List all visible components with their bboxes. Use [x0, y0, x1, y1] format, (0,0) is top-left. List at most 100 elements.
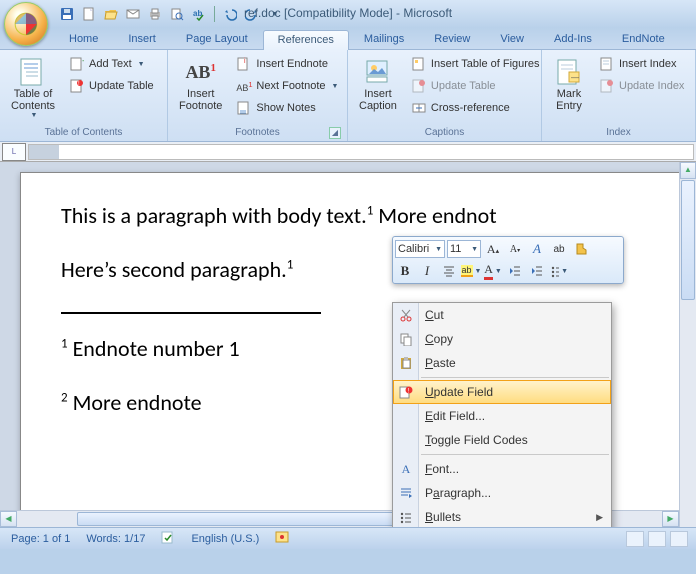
qat-spelling-icon[interactable]: ab — [190, 5, 208, 23]
group-footnotes-label: Footnotes — [235, 127, 279, 138]
qat-undo-icon[interactable] — [221, 5, 239, 23]
insert-endnote-label: Insert Endnote — [256, 58, 328, 70]
status-proof-icon[interactable] — [158, 529, 178, 548]
status-language[interactable]: English (U.S.) — [188, 532, 262, 546]
ctx-paragraph[interactable]: Paragraph... — [393, 481, 611, 505]
ctx-cut[interactable]: Cut — [393, 303, 611, 327]
center-icon[interactable] — [439, 261, 459, 281]
ctx-copy[interactable]: Copy — [393, 327, 611, 351]
ctx-edit-field[interactable]: Edit Field... — [393, 404, 611, 428]
bullets-icon[interactable]: ▼ — [549, 261, 569, 281]
qat-new-icon[interactable] — [80, 5, 98, 23]
mini-size-combo[interactable]: 11▼ — [447, 240, 481, 258]
ctx-sep-2 — [421, 454, 609, 455]
update-index-button[interactable]: Update Index — [594, 75, 689, 97]
grow-font-icon[interactable]: A▴ — [483, 239, 503, 259]
qat-email-icon[interactable] — [124, 5, 142, 23]
group-captions: Insert Caption Insert Table of Figures U… — [348, 50, 542, 141]
view-full-reading[interactable] — [648, 531, 666, 547]
bullets-menu-icon — [397, 508, 415, 526]
status-words[interactable]: Words: 1/17 — [83, 532, 148, 546]
ctx-paste[interactable]: Paste — [393, 351, 611, 375]
insert-endnote-button[interactable]: iInsert Endnote — [231, 53, 343, 75]
qat-print-icon[interactable] — [146, 5, 164, 23]
group-footnotes: AB1 Insert Footnote iInsert Endnote AB1 N… — [168, 50, 348, 141]
mini-font-combo[interactable]: Calibri▼ — [395, 240, 445, 258]
format-painter-icon[interactable] — [571, 239, 591, 259]
tab-references[interactable]: References — [263, 30, 349, 50]
tab-view[interactable]: View — [485, 29, 539, 49]
ctx-bullets[interactable]: Bullets▶ — [393, 505, 611, 527]
view-buttons — [626, 531, 688, 547]
highlight-icon[interactable]: ab▼ — [461, 261, 481, 281]
highlight-color-icon[interactable]: ab — [549, 239, 569, 259]
tab-selector[interactable]: L — [2, 143, 26, 161]
insert-tof-button[interactable]: Insert Table of Figures — [406, 53, 545, 75]
context-menu: Cut Copy Paste !Update Field Edit Field.… — [392, 302, 612, 527]
group-toc-label: Table of Contents — [4, 125, 163, 141]
decrease-indent-icon[interactable] — [505, 261, 525, 281]
en1-text: Endnote number 1 — [68, 335, 240, 362]
tab-endnote[interactable]: EndNote — [607, 29, 680, 49]
document-area: This is a paragraph with body text.1 Mor… — [0, 162, 696, 527]
p1-text-b: More endnot — [373, 202, 496, 229]
cross-ref-label: Cross-reference — [431, 102, 510, 114]
status-page[interactable]: Page: 1 of 1 — [8, 532, 73, 546]
font-icon: A — [397, 460, 415, 478]
tab-mailings[interactable]: Mailings — [349, 29, 419, 49]
paragraph-1[interactable]: This is a paragraph with body text.1 Mor… — [61, 203, 696, 229]
tab-insert[interactable]: Insert — [113, 29, 171, 49]
vertical-scrollbar[interactable]: ▲ — [679, 162, 696, 527]
svg-text:+: + — [82, 57, 84, 66]
toc-button[interactable]: Table of Contents▼ — [4, 53, 62, 123]
ctx-font[interactable]: AFont... — [393, 457, 611, 481]
show-notes-icon — [236, 100, 252, 116]
insert-footnote-button[interactable]: AB1 Insert Footnote — [172, 53, 229, 115]
window-title: ref.doc [Compatibility Mode] - Microsoft — [244, 6, 452, 20]
add-text-button[interactable]: +Add Text▼ — [64, 53, 159, 75]
bold-icon[interactable]: B — [395, 261, 415, 281]
tab-page-layout[interactable]: Page Layout — [171, 29, 263, 49]
update-captions-table-button[interactable]: Update Table — [406, 75, 545, 97]
tab-home[interactable]: Home — [54, 29, 113, 49]
title-bar: ab ▼ ref.doc [Compatibility Mode] - Micr… — [0, 0, 696, 28]
ctx-update-field[interactable]: !Update Field — [393, 380, 611, 404]
cut-icon — [397, 306, 415, 324]
qat-open-icon[interactable] — [102, 5, 120, 23]
font-color-icon[interactable]: A▼ — [483, 261, 503, 281]
mark-entry-button[interactable]: — Mark Entry — [546, 53, 592, 115]
next-footnote-button[interactable]: AB1Next Footnote▼ — [231, 75, 343, 97]
add-text-icon: + — [69, 56, 85, 72]
insert-caption-button[interactable]: Insert Caption — [352, 53, 404, 115]
qat-save-icon[interactable] — [58, 5, 76, 23]
horizontal-ruler[interactable] — [28, 144, 694, 160]
status-macro-icon[interactable] — [272, 530, 292, 547]
italic-icon[interactable]: I — [417, 261, 437, 281]
increase-indent-icon[interactable] — [527, 261, 547, 281]
paragraph-icon — [397, 484, 415, 502]
show-notes-button[interactable]: Show Notes — [231, 97, 343, 119]
tab-addins[interactable]: Add-Ins — [539, 29, 607, 49]
ctx-toggle-field-codes[interactable]: Toggle Field Codes — [393, 428, 611, 452]
add-text-label: Add Text — [89, 58, 132, 70]
ruler-bar: L — [0, 142, 696, 162]
insert-index-button[interactable]: Insert Index — [594, 53, 689, 75]
next-footnote-label: Next Footnote — [256, 80, 325, 92]
view-web-layout[interactable] — [670, 531, 688, 547]
view-print-layout[interactable] — [626, 531, 644, 547]
ribbon: Table of Contents▼ +Add Text▼ !Update Ta… — [0, 50, 696, 142]
update-captions-label: Update Table — [431, 80, 496, 92]
blank-icon — [397, 431, 415, 449]
en2-text: More endnote — [68, 389, 202, 416]
shrink-font-icon[interactable]: A▾ — [505, 239, 525, 259]
qat-print-preview-icon[interactable] — [168, 5, 186, 23]
tof-icon — [411, 56, 427, 72]
cross-reference-button[interactable]: Cross-reference — [406, 97, 545, 119]
office-button[interactable] — [4, 2, 48, 46]
footnotes-dialog-launcher[interactable]: ◢ — [329, 127, 341, 139]
tab-review[interactable]: Review — [419, 29, 485, 49]
update-table-icon: ! — [69, 78, 85, 94]
next-footnote-icon: AB1 — [236, 78, 252, 94]
update-table-button[interactable]: !Update Table — [64, 75, 159, 97]
style-icon[interactable]: A — [527, 239, 547, 259]
